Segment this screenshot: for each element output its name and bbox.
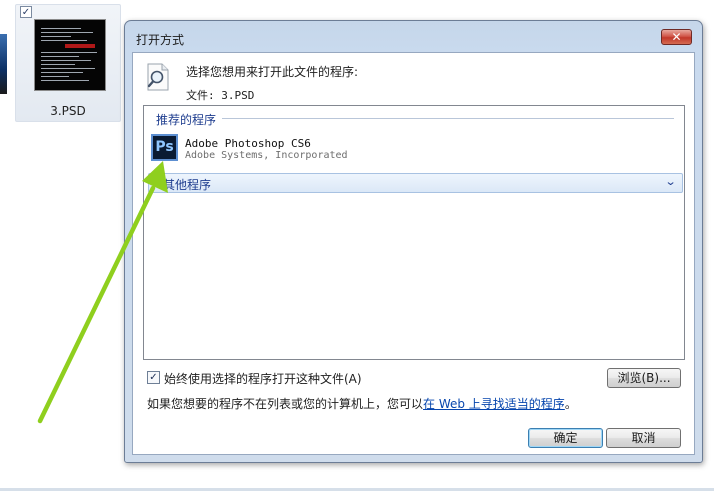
always-use-label[interactable]: 始终使用选择的程序打开这种文件(A) [164, 370, 362, 387]
hint-suffix: 。 [564, 397, 577, 411]
dialog-prompt: 选择您想用来打开此文件的程序: [186, 65, 359, 79]
document-search-icon [147, 63, 169, 91]
file-select-checkbox[interactable]: ✓ [20, 6, 32, 18]
browse-button[interactable]: 浏览(B)... [607, 368, 681, 388]
program-list: 推荐的程序 Ps Adobe Photoshop CS6 Adobe Syste… [143, 105, 685, 360]
program-publisher: Adobe Systems, Incorporated [185, 150, 348, 161]
hint-text: 如果您想要的程序不在列表或您的计算机上，您可以 [147, 397, 424, 411]
web-search-link[interactable]: 在 Web 上寻找适当的程序 [423, 397, 565, 411]
dialog-title: 打开方式 [136, 33, 185, 47]
photoshop-icon: Ps [151, 134, 178, 161]
file-name-line: 文件: 3.PSD [186, 89, 255, 102]
open-with-dialog: 打开方式 ✕ 选择您想用来打开此文件的程序: 文件: 3.PSD 推荐的程序 P… [124, 20, 703, 463]
file-name-label: 3.PSD [50, 104, 86, 118]
section-divider [222, 118, 674, 119]
psd-thumbnail-image [34, 19, 106, 91]
other-programs-expander[interactable]: 其他程序 ⌄ [148, 173, 683, 193]
dialog-body: 选择您想用来打开此文件的程序: 文件: 3.PSD 推荐的程序 Ps Adobe… [132, 52, 695, 455]
other-programs-label: 其他程序 [163, 178, 212, 192]
cancel-button[interactable]: 取消 [606, 428, 681, 448]
psd-file-tile[interactable]: ✓ 3.PSD [15, 4, 121, 122]
always-use-checkbox[interactable]: ✓ [147, 371, 160, 384]
recommended-programs-heading: 推荐的程序 [156, 113, 217, 127]
partial-image-thumbnail[interactable] [0, 34, 7, 94]
close-icon: ✕ [671, 30, 682, 44]
close-button[interactable]: ✕ [661, 29, 692, 45]
program-name: Adobe Photoshop CS6 [185, 137, 311, 150]
web-search-hint: 如果您想要的程序不在列表或您的计算机上，您可以在 Web 上寻找适当的程序。 [147, 395, 577, 412]
ok-button[interactable]: 确定 [528, 428, 603, 448]
chevron-down-icon: ⌄ [664, 175, 677, 188]
